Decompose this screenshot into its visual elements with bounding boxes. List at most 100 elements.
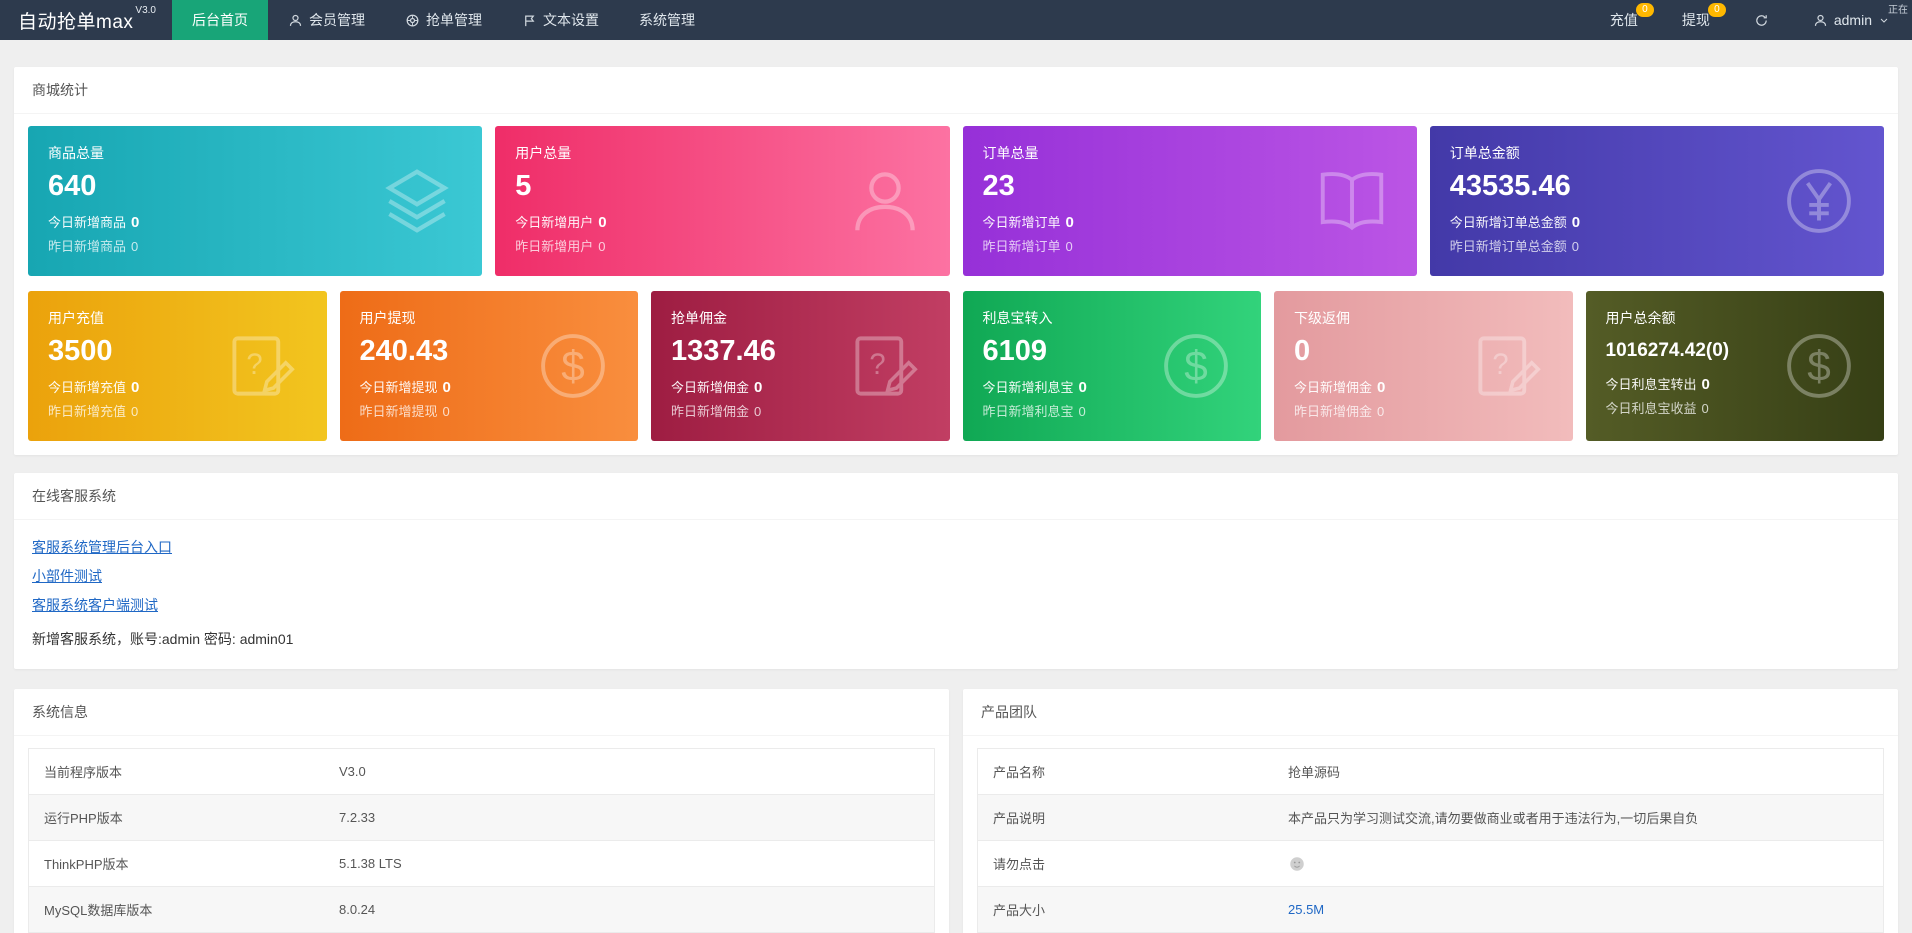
today-label: 今日新增订单: [982, 215, 1061, 230]
wheel-icon: [405, 13, 420, 28]
dollar-icon: [1157, 327, 1235, 405]
yesterday-value: 0: [131, 404, 139, 419]
yesterday-value: 0: [1065, 239, 1073, 254]
stat-card-withdraw: 用户提现 240.43 今日新增提现 0 昨日新增提现 0: [339, 291, 638, 441]
menu-item-label: 抢单管理: [426, 12, 482, 28]
app-version: V3.0: [135, 5, 156, 16]
yesterday-value: 0: [1078, 404, 1086, 419]
recharge-badge: 0: [1635, 3, 1654, 17]
do-not-click-icon[interactable]: [1288, 855, 1306, 873]
row-value: 7.2.33: [324, 794, 935, 841]
stat-card-recharge: 用户充值 3500 今日新增充值 0 昨日新增充值 0: [28, 291, 327, 441]
stats-panel-title: 商城统计: [14, 67, 1898, 114]
today-value: 0: [131, 214, 140, 231]
table-row: 当前程序版本 V3.0: [28, 748, 935, 795]
today-value: 0: [131, 379, 140, 396]
stat-card-title: 下级返佣: [1294, 310, 1350, 326]
stat-card-commission: 抢单佣金 1337.46 今日新增佣金 0 昨日新增佣金 0: [651, 291, 950, 441]
loading-text: 正在: [1888, 5, 1908, 16]
client-test-link[interactable]: 客服系统客户端测试: [32, 595, 158, 615]
dollar-icon: [534, 327, 612, 405]
app-logo: 自动抢单max V3.0: [0, 0, 172, 40]
product-team-title: 产品团队: [963, 689, 1898, 736]
yesterday-label: 昨日新增提现: [359, 404, 438, 419]
recharge-button[interactable]: 充值 0: [1588, 0, 1660, 40]
row-value: 抢单源码: [1273, 748, 1884, 795]
stats-row-1: 商品总量 640 今日新增商品 0 昨日新增商品 0 用户总量 5 今日新增用户 0 …: [28, 126, 1884, 276]
today-value: 0: [598, 214, 607, 231]
service-panel: 在线客服系统 客服系统管理后台入口 小部件测试 客服系统客户端测试 新增客服系统…: [14, 473, 1898, 669]
edit-icon: [846, 327, 924, 405]
stat-card-title: 用户充值: [48, 310, 104, 326]
table-row: 请勿点击: [977, 840, 1884, 887]
stats-row-2: 用户充值 3500 今日新增充值 0 昨日新增充值 0 用户提现 240.43 今日…: [28, 291, 1884, 441]
today-label: 今日新增佣金: [671, 380, 750, 395]
row-label: 当前程序版本: [28, 748, 324, 795]
service-admin-link[interactable]: 客服系统管理后台入口: [32, 537, 172, 557]
row-label: 产品大小: [977, 886, 1273, 933]
edit-icon: [223, 327, 301, 405]
today-value: 0: [1377, 379, 1386, 396]
main-menu: 后台首页 会员管理 抢单管理 文本设置 系统管理: [172, 0, 715, 40]
stat-card-title: 抢单佣金: [671, 310, 727, 326]
stat-card-products: 商品总量 640 今日新增商品 0 昨日新增商品 0: [28, 126, 483, 276]
yesterday-value: 0: [754, 404, 762, 419]
widget-test-link[interactable]: 小部件测试: [32, 566, 102, 586]
stat-card-order-amount: 订单总金额 43535.46 今日新增订单总金额 0 昨日新增订单总金额 0: [1429, 126, 1884, 276]
table-row: 产品名称 抢单源码: [977, 748, 1884, 795]
bottom-section: 系统信息 当前程序版本 V3.0 运行PHP版本 7.2.33 ThinkPHP…: [14, 689, 1898, 933]
stat-card-users: 用户总量 5 今日新增用户 0 昨日新增用户 0: [495, 126, 950, 276]
stat-card-sub-rebate: 下级返佣 0 今日新增佣金 0 昨日新增佣金 0: [1274, 291, 1573, 441]
menu-item-orders[interactable]: 抢单管理: [385, 0, 502, 40]
menu-item-label: 文本设置: [543, 12, 599, 28]
row-value-icon: [1273, 840, 1884, 887]
username: admin: [1833, 12, 1872, 28]
yesterday-label: 昨日新增充值: [48, 404, 127, 419]
app-title: 自动抢单max: [18, 12, 134, 33]
today-label: 今日利息宝转出: [1605, 377, 1697, 392]
stat-card-title: 订单总量: [982, 145, 1039, 161]
row-value: 8.0.24: [324, 886, 935, 933]
row-label: 请勿点击: [977, 840, 1273, 887]
product-size-link[interactable]: 25.5M: [1288, 902, 1324, 917]
service-panel-title: 在线客服系统: [14, 473, 1898, 520]
user-icon: [1813, 13, 1828, 28]
refresh-icon: [1754, 13, 1769, 28]
row-value: 5.1.38 LTS: [324, 840, 935, 887]
stat-card-interest-in: 利息宝转入 6109 今日新增利息宝 0 昨日新增利息宝 0: [962, 291, 1261, 441]
service-account-note: 新增客服系统，账号:admin 密码: admin01: [32, 631, 294, 647]
stats-panel: 商城统计 商品总量 640 今日新增商品 0 昨日新增商品 0 用户总量 5 今日新…: [14, 67, 1898, 455]
yesterday-label: 昨日新增佣金: [1294, 404, 1373, 419]
menu-item-system[interactable]: 系统管理: [619, 0, 715, 40]
user-icon: [288, 13, 303, 28]
menu-item-text-settings[interactable]: 文本设置: [502, 0, 619, 40]
stat-card-total-balance: 用户总余额 1016274.42(0) 今日利息宝转出 0 今日利息宝收益 0: [1585, 291, 1884, 441]
stat-card-title: 商品总量: [48, 145, 104, 161]
withdraw-button[interactable]: 提现 0: [1660, 0, 1732, 40]
yesterday-value: 0: [442, 404, 450, 419]
today-label: 今日新增佣金: [1294, 380, 1373, 395]
yesterday-value: 0: [131, 239, 139, 254]
product-team-panel: 产品团队 产品名称 抢单源码 产品说明 本产品只为学习测试交流,请勿要做商业或者…: [963, 689, 1898, 933]
row-label: 运行PHP版本: [28, 794, 324, 841]
layers-icon: [378, 162, 456, 240]
stat-card-title: 用户提现: [359, 310, 416, 326]
today-label: 今日新增提现: [359, 380, 438, 395]
refresh-button[interactable]: [1732, 0, 1791, 40]
today-value: 0: [1571, 214, 1581, 231]
menu-item-label: 后台首页: [192, 12, 248, 28]
today-value: 0: [1065, 214, 1074, 231]
yesterday-label: 昨日新增订单总金额: [1449, 239, 1567, 254]
yesterday-value: 0: [1571, 239, 1579, 254]
row-label: 产品名称: [977, 748, 1273, 795]
dollar-icon: [1780, 327, 1858, 405]
menu-item-label: 会员管理: [309, 12, 365, 28]
today-label: 今日新增利息宝: [982, 380, 1074, 395]
menu-item-home[interactable]: 后台首页: [172, 0, 268, 40]
yesterday-label: 昨日新增利息宝: [982, 404, 1074, 419]
yesterday-label: 今日利息宝收益: [1605, 401, 1697, 416]
menu-item-members[interactable]: 会员管理: [268, 0, 385, 40]
table-row: 运行PHP版本 7.2.33: [28, 794, 935, 841]
table-row: MySQL数据库版本 8.0.24: [28, 886, 935, 933]
withdraw-label: 提现: [1681, 12, 1710, 28]
